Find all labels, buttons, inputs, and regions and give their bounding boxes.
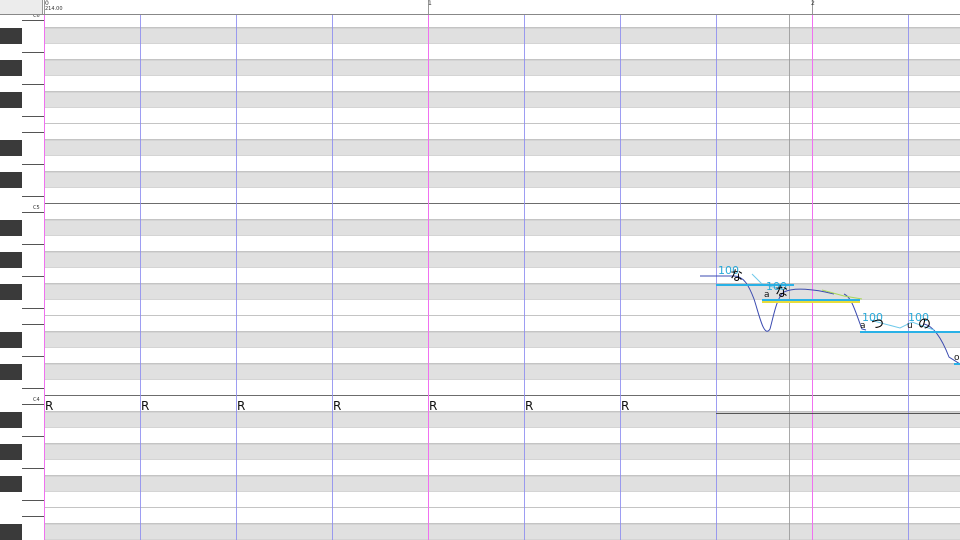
rest-note[interactable]: R bbox=[525, 399, 533, 413]
white-key-divider bbox=[22, 500, 44, 501]
measure-number-1: 1 bbox=[428, 0, 432, 7]
black-key[interactable] bbox=[0, 28, 22, 44]
note-vowel: o bbox=[954, 353, 960, 363]
selected-note-bar[interactable] bbox=[762, 301, 860, 303]
black-key[interactable] bbox=[0, 220, 22, 236]
white-key-divider bbox=[22, 116, 44, 117]
note-grid[interactable]: R R R R R R R 100 な 100 a な 100 a つ 100 … bbox=[44, 14, 960, 540]
black-key[interactable] bbox=[0, 252, 22, 268]
vibrato-line bbox=[821, 289, 863, 300]
rest-note[interactable]: R bbox=[45, 399, 53, 413]
tempo-marker[interactable]: 214.00 bbox=[45, 6, 63, 12]
white-key-divider bbox=[22, 436, 44, 437]
black-key[interactable] bbox=[0, 524, 22, 540]
rest-note[interactable]: R bbox=[333, 399, 341, 413]
rest-note[interactable]: R bbox=[621, 399, 629, 413]
measure-ruler[interactable]: 0 214.00 1 2 bbox=[0, 0, 960, 15]
white-key-divider bbox=[22, 388, 44, 389]
rest-note[interactable]: R bbox=[141, 399, 149, 413]
black-key[interactable] bbox=[0, 412, 22, 428]
note-lyric[interactable]: の bbox=[918, 317, 931, 332]
note-lyric[interactable]: つ bbox=[871, 317, 884, 332]
white-key-divider bbox=[22, 324, 44, 325]
black-key[interactable] bbox=[0, 92, 22, 108]
piano-roll-editor: 0 214.00 1 2 C6 C5 C4 R R R R R R R 100 … bbox=[0, 0, 960, 540]
white-key-divider bbox=[22, 276, 44, 277]
white-key-divider bbox=[22, 468, 44, 469]
note-vowel: a bbox=[860, 321, 866, 331]
white-key-divider bbox=[22, 404, 44, 405]
white-key-divider bbox=[22, 84, 44, 85]
white-key-divider bbox=[22, 164, 44, 165]
black-key[interactable] bbox=[0, 140, 22, 156]
measure-number-2: 2 bbox=[811, 0, 815, 7]
rest-region-line bbox=[716, 413, 960, 414]
white-key-divider bbox=[22, 212, 44, 213]
rest-note[interactable]: R bbox=[429, 399, 437, 413]
white-key-divider bbox=[22, 196, 44, 197]
black-key[interactable] bbox=[0, 364, 22, 380]
note-lyric[interactable]: な bbox=[730, 269, 743, 284]
piano-keyboard[interactable]: C6 C5 C4 bbox=[0, 13, 44, 540]
white-key-divider bbox=[22, 244, 44, 245]
note-vowel: u bbox=[907, 321, 913, 331]
octave-label-c4: C4 bbox=[33, 397, 40, 403]
black-key[interactable] bbox=[0, 60, 22, 76]
black-key[interactable] bbox=[0, 444, 22, 460]
note-bar[interactable] bbox=[954, 363, 960, 365]
white-key-divider bbox=[22, 52, 44, 53]
white-key-divider bbox=[22, 516, 44, 517]
white-key-divider bbox=[22, 356, 44, 357]
note-lyric[interactable]: な bbox=[775, 285, 788, 300]
black-key[interactable] bbox=[0, 172, 22, 188]
ruler-corner bbox=[0, 0, 43, 14]
note-vowel: a bbox=[764, 290, 770, 300]
white-key-divider bbox=[22, 308, 44, 309]
white-key-divider bbox=[22, 132, 44, 133]
note-bar[interactable] bbox=[904, 331, 960, 333]
rest-note[interactable]: R bbox=[237, 399, 245, 413]
pitch-curve-layer bbox=[700, 273, 960, 365]
black-key[interactable] bbox=[0, 476, 22, 492]
black-key[interactable] bbox=[0, 284, 22, 300]
black-key[interactable] bbox=[0, 332, 22, 348]
white-key-divider bbox=[22, 20, 44, 21]
octave-label-c5: C5 bbox=[33, 205, 40, 211]
